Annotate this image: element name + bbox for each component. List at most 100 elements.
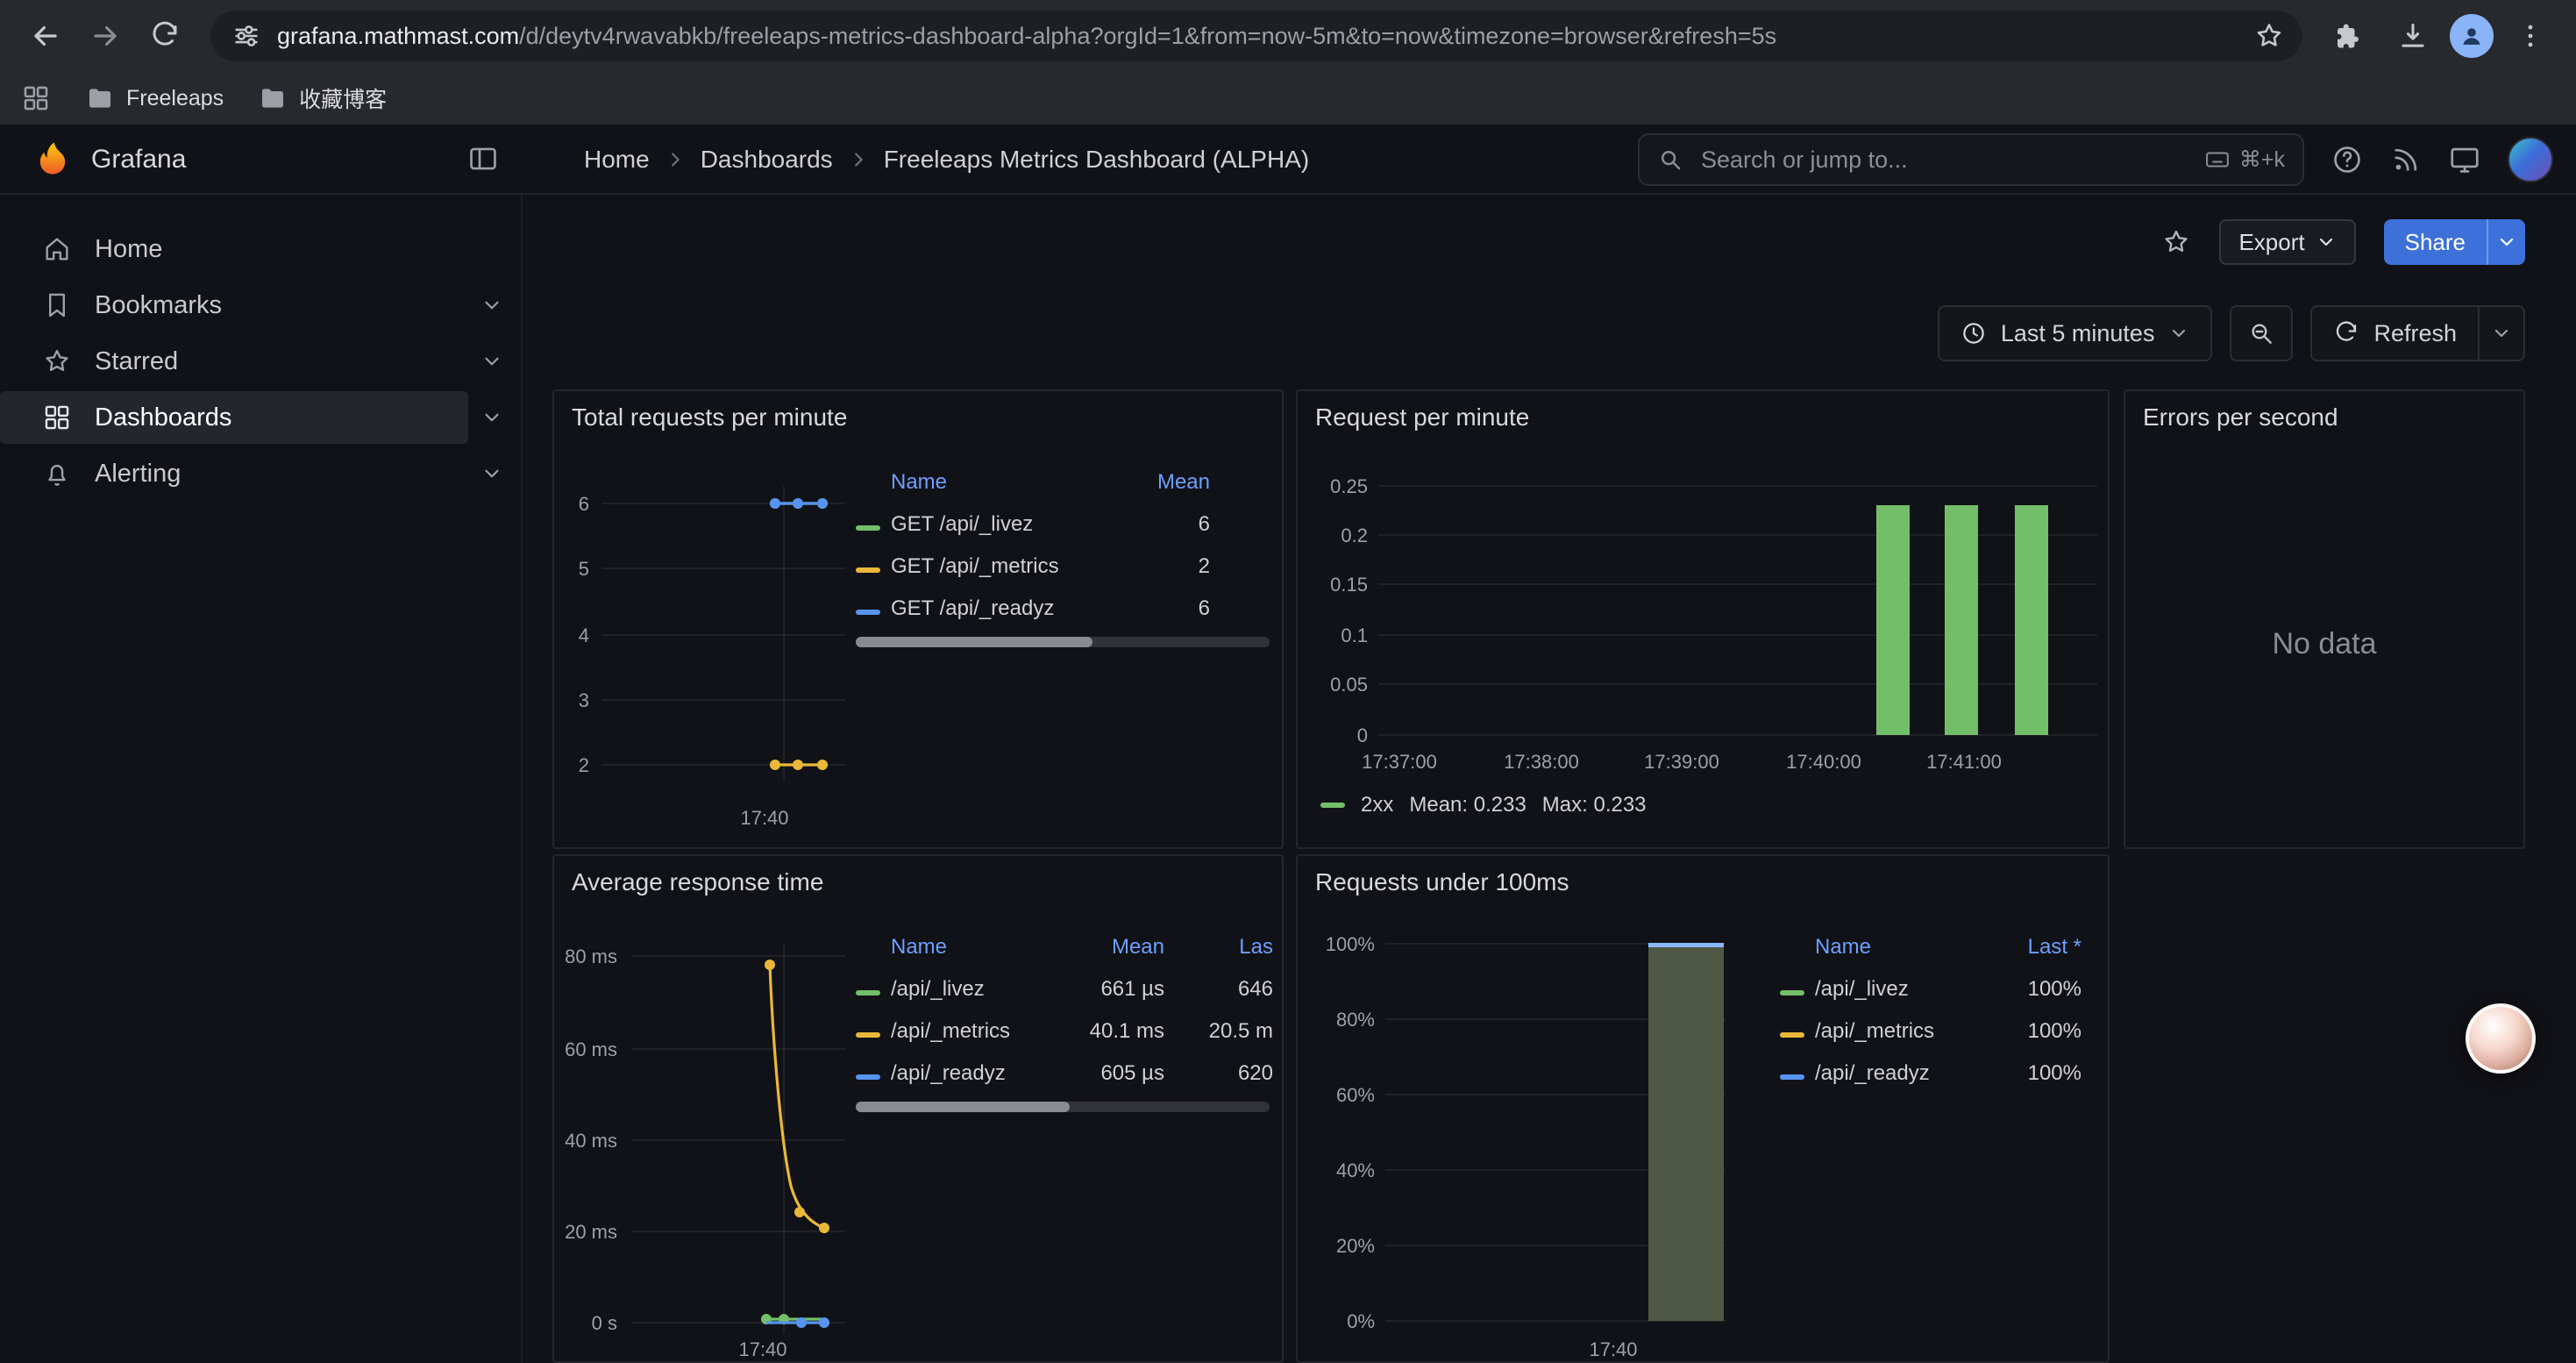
legend-row[interactable]: /api/_metrics 100% (1780, 1010, 2081, 1053)
bookmark-star-icon[interactable] (2253, 20, 2285, 52)
zoom-out-button[interactable] (2230, 305, 2293, 361)
search-box[interactable]: ⌘+k (1638, 133, 2304, 186)
help-icon[interactable] (2330, 143, 2364, 176)
legend-row[interactable]: /api/_livez 661 µs 646 (856, 968, 1273, 1010)
sidebar-item-starred[interactable]: Starred (0, 335, 521, 388)
bookmark-folder-blogs[interactable]: 收藏博客 (259, 82, 387, 114)
legend-header-mean[interactable]: Mean (1063, 935, 1164, 960)
panel-title[interactable]: Requests under 100ms (1315, 868, 1569, 896)
screen: grafana.mathmast.com/d/deytv4rwavabkb/fr… (0, 0, 2576, 1363)
dashboard-canvas: Total requests per minute 6 5 4 3 (523, 389, 2576, 1363)
sidebar-item-dashboards[interactable]: Dashboards (0, 391, 521, 444)
legend-header-mean[interactable]: Mean (1101, 470, 1210, 495)
series-color-swatch (856, 525, 880, 531)
series-name: /api/_readyz (891, 1061, 1063, 1086)
chevron-down-icon[interactable] (480, 462, 503, 485)
legend-header-last[interactable]: Las (1164, 935, 1273, 960)
breadcrumb-home[interactable]: Home (584, 146, 650, 174)
sidebar-item-bookmarks[interactable]: Bookmarks (0, 279, 521, 332)
assistant-avatar-overlay[interactable] (2466, 1003, 2536, 1074)
mega-menu-toggle[interactable] (466, 142, 500, 182)
brand-cluster[interactable]: Grafana (32, 125, 186, 195)
refresh-button[interactable]: Refresh (2312, 307, 2478, 360)
legend-row[interactable]: GET /api/_readyz 6 (856, 588, 1210, 630)
y-tick: 4 (579, 624, 589, 646)
legend-row[interactable]: /api/_readyz 605 µs 620 (856, 1053, 1273, 1095)
downloads-button[interactable] (2385, 8, 2441, 64)
grafana-app: Grafana Home Dashboards Freeleaps Metric… (0, 125, 2576, 1363)
legend-header-last[interactable]: Last * (1999, 935, 2081, 960)
legend-row[interactable]: GET /api/_metrics 2 (856, 546, 1210, 588)
y-tick: 0 s (592, 1312, 617, 1334)
scrollbar-thumb[interactable] (856, 637, 1092, 647)
series-mean: 661 µs (1063, 977, 1164, 1002)
scrollbar-thumb[interactable] (856, 1102, 1070, 1112)
browser-profile-avatar[interactable] (2450, 14, 2494, 58)
legend-scrollbar[interactable] (856, 1102, 1270, 1112)
refresh-icon (2333, 320, 2359, 346)
grafana-logo-icon (32, 139, 74, 181)
series-color-swatch (1320, 803, 1345, 808)
panel-title[interactable]: Request per minute (1315, 403, 1529, 432)
url-bar[interactable]: grafana.mathmast.com/d/deytv4rwavabkb/fr… (210, 11, 2302, 61)
legend-scrollbar[interactable] (856, 637, 1270, 647)
download-icon (2396, 19, 2430, 53)
browser-menu-button[interactable] (2502, 8, 2558, 64)
favorite-star-button[interactable] (2161, 227, 2191, 257)
chevron-down-icon (2496, 232, 2517, 253)
sidebar-item-home[interactable]: Home (0, 223, 521, 275)
legend-header-name[interactable]: Name (891, 470, 1101, 495)
share-menu-button[interactable] (2487, 219, 2525, 265)
sidebar-item-alerting[interactable]: Alerting (0, 447, 521, 500)
share-label: Share (2405, 229, 2466, 256)
header-right-cluster: ⌘+k (1638, 125, 2553, 195)
y-tick: 0.2 (1341, 525, 1368, 546)
bookmark-folder-freeleaps[interactable]: Freeleaps (86, 84, 224, 112)
back-button[interactable] (18, 8, 74, 64)
extensions-button[interactable] (2320, 8, 2376, 64)
bookmark-icon (42, 290, 72, 320)
back-icon (29, 19, 62, 53)
request-per-minute-chart[interactable]: 0.25 0.2 0.15 0.1 0.05 0 17:37:00 17:38:… (1298, 440, 2110, 849)
chevron-right-icon (849, 150, 868, 169)
sidebar-item-label: Starred (95, 347, 178, 376)
export-button[interactable]: Export (2219, 219, 2355, 265)
gridlines (631, 944, 845, 1333)
legend-header-name[interactable]: Name (1815, 935, 1999, 960)
y-tick: 5 (579, 558, 589, 580)
forward-button[interactable] (77, 8, 133, 64)
apps-grid-icon[interactable] (21, 83, 51, 113)
panel-title[interactable]: Total requests per minute (572, 403, 847, 432)
breadcrumb-dashboards[interactable]: Dashboards (701, 146, 833, 174)
chevron-down-icon[interactable] (480, 406, 503, 429)
y-tick: 2 (579, 754, 589, 776)
chevron-down-icon[interactable] (480, 294, 503, 317)
grafana-user-avatar[interactable] (2508, 137, 2553, 182)
y-tick: 0.1 (1341, 624, 1368, 646)
refresh-interval-button[interactable] (2478, 307, 2523, 360)
grafana-header: Grafana Home Dashboards Freeleaps Metric… (0, 125, 2576, 195)
share-button[interactable]: Share (2384, 219, 2487, 265)
time-range-picker[interactable]: Last 5 minutes (1938, 305, 2213, 361)
reload-icon (149, 20, 181, 52)
puzzle-icon (2332, 20, 2364, 52)
legend-header-row: Name Last * (1780, 926, 2081, 968)
y-tick: 0% (1347, 1310, 1375, 1332)
monitor-icon[interactable] (2448, 143, 2481, 176)
x-tick: 17:40:00 (1786, 751, 1861, 773)
panel-title[interactable]: Errors per second (2143, 403, 2338, 432)
legend-row[interactable]: GET /api/_livez 6 (856, 503, 1210, 546)
legend-row[interactable]: /api/_metrics 40.1 ms 20.5 m (856, 1010, 1273, 1053)
legend-line[interactable]: 2xx Mean: 0.233 Max: 0.233 (1320, 793, 1647, 817)
reload-button[interactable] (137, 8, 193, 64)
panel-title[interactable]: Average response time (572, 868, 823, 896)
y-tick: 0.15 (1330, 574, 1368, 596)
legend-row[interactable]: /api/_readyz 100% (1780, 1053, 2081, 1095)
tune-icon (231, 21, 261, 51)
chevron-down-icon[interactable] (480, 350, 503, 373)
rss-icon[interactable] (2390, 144, 2422, 175)
legend-header-name[interactable]: Name (891, 935, 1063, 960)
search-input[interactable] (1697, 145, 2190, 175)
legend-row[interactable]: /api/_livez 100% (1780, 968, 2081, 1010)
keyboard-icon (2204, 146, 2231, 173)
